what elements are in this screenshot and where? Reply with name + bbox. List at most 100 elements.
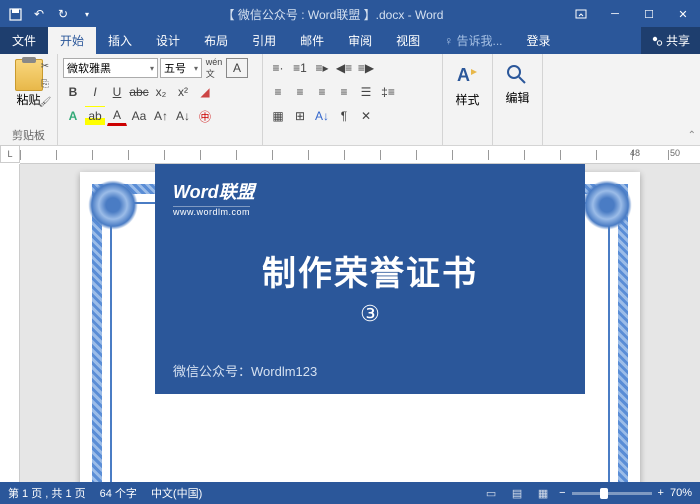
tab-layout[interactable]: 布局 bbox=[192, 27, 240, 54]
print-layout-icon[interactable]: ▤ bbox=[507, 485, 527, 501]
align-right-icon[interactable]: ≡ bbox=[312, 82, 332, 102]
strikethrough-button[interactable]: abc bbox=[129, 82, 149, 102]
cut-icon[interactable]: ✂ bbox=[36, 58, 54, 74]
corner-ornament bbox=[88, 180, 138, 230]
highlight-icon[interactable]: ab bbox=[85, 106, 105, 126]
line-spacing-icon[interactable]: ‡≡ bbox=[378, 82, 398, 102]
word-count[interactable]: 64 个字 bbox=[100, 485, 137, 501]
styles-label: 样式 bbox=[455, 91, 479, 108]
increase-indent-icon[interactable]: ≡▶ bbox=[356, 58, 376, 78]
borders-icon[interactable]: ⊞ bbox=[290, 106, 310, 126]
window-controls: ─ ☐ ✕ bbox=[564, 0, 700, 28]
bold-button[interactable]: B bbox=[63, 82, 83, 102]
login-link[interactable]: 登录 bbox=[515, 27, 563, 54]
superscript-button[interactable]: x² bbox=[173, 82, 193, 102]
vertical-ruler[interactable] bbox=[0, 164, 20, 482]
char-shading-icon[interactable]: Aa bbox=[129, 106, 149, 126]
share-button[interactable]: 共享 bbox=[641, 27, 700, 54]
bullets-icon[interactable]: ≡· bbox=[268, 58, 288, 78]
styles-icon: A bbox=[455, 63, 481, 89]
edit-label: 编辑 bbox=[505, 89, 529, 106]
overlay-subtitle: 微信公众号：Wordlm123 bbox=[173, 361, 567, 380]
tab-design[interactable]: 设计 bbox=[144, 27, 192, 54]
font-color-icon[interactable]: A bbox=[107, 106, 127, 126]
collapse-ribbon-icon[interactable]: ⌃ bbox=[688, 130, 696, 141]
ribbon-options-icon[interactable] bbox=[564, 0, 598, 28]
copy-icon[interactable]: ⎘ bbox=[36, 76, 54, 92]
italic-button[interactable]: I bbox=[85, 82, 105, 102]
tab-home[interactable]: 开始 bbox=[48, 27, 96, 54]
styles-button[interactable]: A 样式 bbox=[455, 57, 481, 108]
maximize-icon[interactable]: ☐ bbox=[632, 0, 666, 28]
qat-more-icon[interactable]: ▾ bbox=[76, 3, 98, 25]
font-size-combo[interactable]: 五号 bbox=[160, 58, 202, 78]
overlay-title: 制作荣誉证书 bbox=[173, 246, 567, 295]
align-left-icon[interactable]: ≡ bbox=[268, 82, 288, 102]
snap-grid-icon[interactable]: ✕ bbox=[356, 106, 376, 126]
grow-font-icon[interactable]: A↑ bbox=[151, 106, 171, 126]
group-font: 微软雅黑 五号 wén文 A B I U abc x₂ x² ◢ A ab A … bbox=[58, 54, 263, 145]
zoom-level[interactable]: 70% bbox=[670, 487, 692, 499]
titlebar: ↶ ↻ ▾ 【 微信公众号 : Word联盟 】.docx - Word ─ ☐… bbox=[0, 0, 700, 28]
ribbon-tabs: 文件 开始 插入 设计 布局 引用 邮件 审阅 视图 ♀ 告诉我... 登录 共… bbox=[0, 28, 700, 54]
sort-icon[interactable]: A↓ bbox=[312, 106, 332, 126]
document-area: 兹证明 Word联盟www.wordlm.com 制作荣誉证书 ③ 微信公众号：… bbox=[0, 164, 700, 482]
group-paragraph: ≡· ≡1 ≡▸ ◀≡ ≡▶ ≡ ≡ ≡ ≡ ☰ ‡≡ ▦ ⊞ A↓ ¶ ✕ bbox=[263, 54, 443, 145]
redo-icon[interactable]: ↻ bbox=[52, 3, 74, 25]
tab-view[interactable]: 视图 bbox=[384, 27, 432, 54]
read-mode-icon[interactable]: ▭ bbox=[481, 485, 501, 501]
show-marks-icon[interactable]: ¶ bbox=[334, 106, 354, 126]
zoom-in-icon[interactable]: + bbox=[658, 487, 664, 499]
ribbon: 粘贴 ✂ ⎘ 🖌 剪贴板 微软雅黑 五号 wén文 A B I U abc x₂… bbox=[0, 54, 700, 146]
zoom-slider[interactable] bbox=[572, 492, 652, 495]
tab-review[interactable]: 审阅 bbox=[336, 27, 384, 54]
shading-icon[interactable]: ▦ bbox=[268, 106, 288, 126]
web-layout-icon[interactable]: ▦ bbox=[533, 485, 553, 501]
clipboard-label: 剪贴板 bbox=[5, 125, 52, 143]
multilevel-icon[interactable]: ≡▸ bbox=[312, 58, 332, 78]
phonetic-guide-icon[interactable]: wén文 bbox=[204, 58, 224, 78]
title-overlay: Word联盟www.wordlm.com 制作荣誉证书 ③ 微信公众号：Word… bbox=[155, 164, 585, 394]
window-title: 【 微信公众号 : Word联盟 】.docx - Word bbox=[102, 6, 564, 23]
overlay-number: ③ bbox=[173, 301, 567, 327]
text-effects-icon[interactable]: A bbox=[63, 106, 83, 126]
document-canvas[interactable]: 兹证明 Word联盟www.wordlm.com 制作荣誉证书 ③ 微信公众号：… bbox=[20, 164, 700, 482]
quick-access-toolbar: ↶ ↻ ▾ bbox=[0, 3, 102, 25]
corner-ornament bbox=[582, 180, 632, 230]
font-name-combo[interactable]: 微软雅黑 bbox=[63, 58, 158, 78]
language-indicator[interactable]: 中文(中国) bbox=[151, 485, 202, 501]
tab-tell-me[interactable]: ♀ 告诉我... bbox=[432, 27, 514, 54]
shrink-font-icon[interactable]: A↓ bbox=[173, 106, 193, 126]
character-border-icon[interactable]: A bbox=[226, 58, 248, 78]
tab-selector[interactable]: L bbox=[0, 145, 20, 163]
numbering-icon[interactable]: ≡1 bbox=[290, 58, 310, 78]
minimize-icon[interactable]: ─ bbox=[598, 0, 632, 28]
decrease-indent-icon[interactable]: ◀≡ bbox=[334, 58, 354, 78]
find-icon bbox=[505, 63, 529, 87]
svg-text:A: A bbox=[457, 65, 470, 85]
group-clipboard: 粘贴 ✂ ⎘ 🖌 剪贴板 bbox=[0, 54, 58, 145]
group-editing: 编辑 bbox=[493, 54, 543, 145]
justify-icon[interactable]: ≡ bbox=[334, 82, 354, 102]
save-icon[interactable] bbox=[4, 3, 26, 25]
zoom-out-icon[interactable]: − bbox=[559, 487, 565, 499]
find-button[interactable]: 编辑 bbox=[505, 57, 529, 106]
page-indicator[interactable]: 第 1 页 , 共 1 页 bbox=[8, 485, 86, 501]
align-center-icon[interactable]: ≡ bbox=[290, 82, 310, 102]
tab-file[interactable]: 文件 bbox=[0, 27, 48, 54]
distribute-icon[interactable]: ☰ bbox=[356, 82, 376, 102]
clear-format-icon[interactable]: ◢ bbox=[195, 82, 215, 102]
statusbar: 第 1 页 , 共 1 页 64 个字 中文(中国) ▭ ▤ ▦ − + 70% bbox=[0, 482, 700, 504]
horizontal-ruler[interactable]: 48 50 bbox=[20, 146, 700, 164]
enclose-char-icon[interactable]: ㊥ bbox=[195, 106, 215, 126]
underline-button[interactable]: U bbox=[107, 82, 127, 102]
format-painter-icon[interactable]: 🖌 bbox=[36, 94, 54, 110]
undo-icon[interactable]: ↶ bbox=[28, 3, 50, 25]
subscript-button[interactable]: x₂ bbox=[151, 82, 171, 102]
tab-references[interactable]: 引用 bbox=[240, 27, 288, 54]
tab-insert[interactable]: 插入 bbox=[96, 27, 144, 54]
tab-mailings[interactable]: 邮件 bbox=[288, 27, 336, 54]
group-styles: A 样式 bbox=[443, 54, 493, 145]
overlay-logo: Word联盟www.wordlm.com bbox=[173, 178, 567, 218]
close-icon[interactable]: ✕ bbox=[666, 0, 700, 28]
